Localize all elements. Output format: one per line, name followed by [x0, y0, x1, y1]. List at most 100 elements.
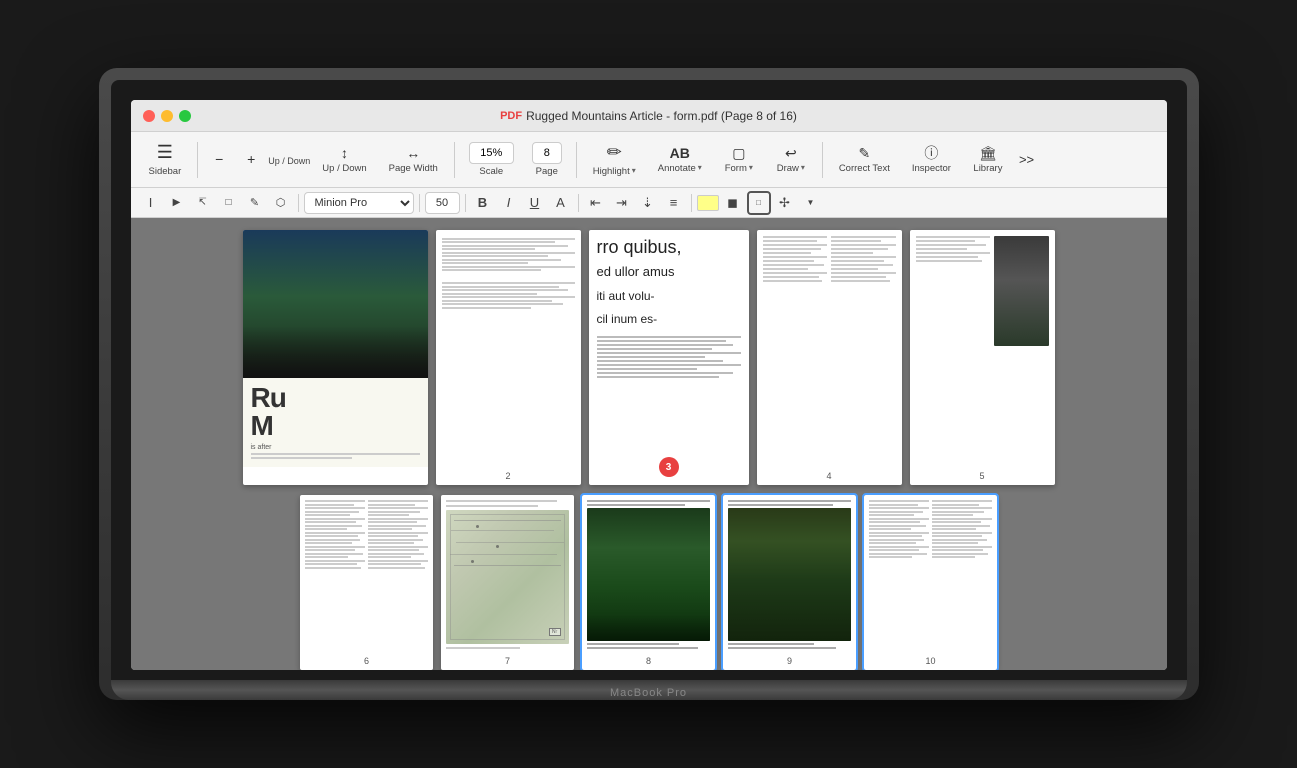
page-8-thumb[interactable]: 8 [582, 495, 715, 670]
pointer-tool[interactable]: ▶ [165, 191, 189, 215]
secondary-toolbar: I ▶ ↸ □ ✎ ⬡ Minion Pro B I U A [131, 188, 1167, 218]
align-right-button[interactable]: ⇣ [636, 191, 660, 215]
inspector-label: Inspector [912, 163, 951, 174]
form-tool[interactable]: ▢ Form ▾ [714, 137, 764, 183]
highlight-tool[interactable]: ✏ Highlight ▾ [583, 137, 646, 183]
divider-1 [197, 142, 198, 178]
sidebar-tool[interactable]: ☰ Sidebar [139, 137, 192, 183]
color-chevron-btn[interactable]: ▼ [799, 191, 823, 215]
pencil-tool[interactable]: ✎ [243, 191, 267, 215]
macbook-label: MacBook Pro [610, 682, 687, 699]
page-num-9: 9 [784, 656, 795, 666]
border-color-btn[interactable]: □ [747, 191, 771, 215]
inspector-tool[interactable]: ⓘ Inspector [902, 137, 961, 183]
fill-color-btn[interactable]: ◼ [721, 191, 745, 215]
up-down-tool-label: Up / Down [322, 163, 366, 174]
page-9-thumb[interactable]: 9 [723, 495, 856, 670]
color-more-btn[interactable]: ✢ [773, 191, 797, 215]
sec-div-2 [419, 194, 420, 212]
library-tool[interactable]: 🏛 Library [963, 137, 1013, 183]
pdf-icon: PDF [500, 110, 522, 122]
page-4-thumb[interactable]: 4 [757, 230, 902, 485]
sec-div-5 [691, 194, 692, 212]
bold-button[interactable]: B [471, 191, 495, 215]
highlight-color-btn[interactable] [697, 195, 719, 211]
scale-label: Scale [479, 166, 503, 177]
page-num-7: 7 [502, 656, 513, 666]
font-size-input[interactable] [425, 192, 460, 214]
divider-3 [576, 142, 577, 178]
zoom-out-tool[interactable]: − [204, 137, 234, 183]
page-num-4: 4 [823, 471, 834, 481]
more-tool[interactable]: >> [1015, 137, 1038, 183]
page-width-label: Page Width [389, 163, 438, 174]
zoom-in-icon: + [247, 151, 255, 168]
sec-div-4 [578, 194, 579, 212]
sec-div-1 [298, 194, 299, 212]
page-num-2: 2 [502, 471, 513, 481]
window-title: PDF Rugged Mountains Article - form.pdf … [500, 109, 797, 123]
page-num-10: 10 [922, 656, 938, 666]
macbook-bottom: MacBook Pro [111, 680, 1187, 700]
divider-2 [454, 142, 455, 178]
main-toolbar: ☰ Sidebar − + − Up / Down ↕ Up / Down [131, 132, 1167, 188]
title-bar: PDF Rugged Mountains Article - form.pdf … [131, 100, 1167, 132]
align-justify-button[interactable]: ≡ [662, 191, 686, 215]
correct-text-icon: ✎ [858, 145, 870, 162]
zoom-in-tool[interactable]: + [236, 137, 266, 183]
italic-button[interactable]: I [497, 191, 521, 215]
form-label: Form [725, 163, 747, 174]
correct-text-label: Correct Text [839, 163, 890, 174]
text-cursor-tool[interactable]: I [139, 191, 163, 215]
correct-text-tool[interactable]: ✎ Correct Text [829, 137, 900, 183]
page-width-tool[interactable]: ↔ Page Width [379, 137, 448, 183]
minimize-button[interactable] [161, 110, 173, 122]
page-5-thumb[interactable]: 5 [910, 230, 1055, 485]
library-icon: 🏛 [979, 145, 997, 162]
annotate-icon: AB [670, 145, 690, 162]
form-arrow: ▾ [749, 163, 753, 172]
form-icon: ▢ [732, 145, 745, 162]
content-area: RuM is after [131, 218, 1167, 670]
annotate-tool[interactable]: AB Annotate ▾ [648, 137, 712, 183]
page-badge-3: 3 [659, 457, 679, 477]
select-tool[interactable]: ↸ [191, 191, 215, 215]
traffic-lights [143, 110, 191, 122]
page-2-thumb[interactable]: 2 [436, 230, 581, 485]
page-1-thumb[interactable]: RuM is after [243, 230, 428, 485]
text-color-button[interactable]: A [549, 191, 573, 215]
page-num-6: 6 [361, 656, 372, 666]
page-10-thumb[interactable]: 10 [864, 495, 997, 670]
page-3-thumb[interactable]: rro quibus, ed ullor amus iti aut volu- … [589, 230, 749, 485]
inspector-icon: ⓘ [924, 145, 938, 162]
annotate-label: Annotate [658, 163, 696, 174]
sidebar-label: Sidebar [149, 166, 182, 177]
page-width-icon: ↔ [406, 145, 420, 162]
draw-icon: ↩ [785, 145, 797, 162]
screen: PDF Rugged Mountains Article - form.pdf … [131, 100, 1167, 670]
select-box-tool[interactable]: □ [217, 191, 241, 215]
macbook-frame: PDF Rugged Mountains Article - form.pdf … [99, 68, 1199, 700]
sidebar-icon: ☰ [157, 142, 173, 164]
page-label: Page [536, 166, 558, 177]
screen-bezel: PDF Rugged Mountains Article - form.pdf … [111, 80, 1187, 680]
draw-arrow: ▾ [801, 163, 805, 172]
page-6-thumb[interactable]: 6 [300, 495, 433, 670]
draw-label: Draw [777, 163, 799, 174]
align-center-button[interactable]: ⇥ [610, 191, 634, 215]
shape-tool[interactable]: ⬡ [269, 191, 293, 215]
scale-input[interactable] [469, 142, 514, 164]
draw-tool[interactable]: ↩ Draw ▾ [766, 137, 816, 183]
page-input[interactable] [532, 142, 562, 164]
page-7-thumb[interactable]: N↑ 7 [441, 495, 574, 670]
font-selector[interactable]: Minion Pro [304, 192, 414, 214]
up-down-tool[interactable]: ↕ Up / Down [312, 137, 376, 183]
highlight-icon: ✏ [607, 142, 622, 164]
align-left-button[interactable]: ⇤ [584, 191, 608, 215]
underline-button[interactable]: U [523, 191, 547, 215]
page-num-8: 8 [643, 656, 654, 666]
sec-div-3 [465, 194, 466, 212]
maximize-button[interactable] [179, 110, 191, 122]
close-button[interactable] [143, 110, 155, 122]
scale-wrap: Scale [461, 138, 522, 181]
